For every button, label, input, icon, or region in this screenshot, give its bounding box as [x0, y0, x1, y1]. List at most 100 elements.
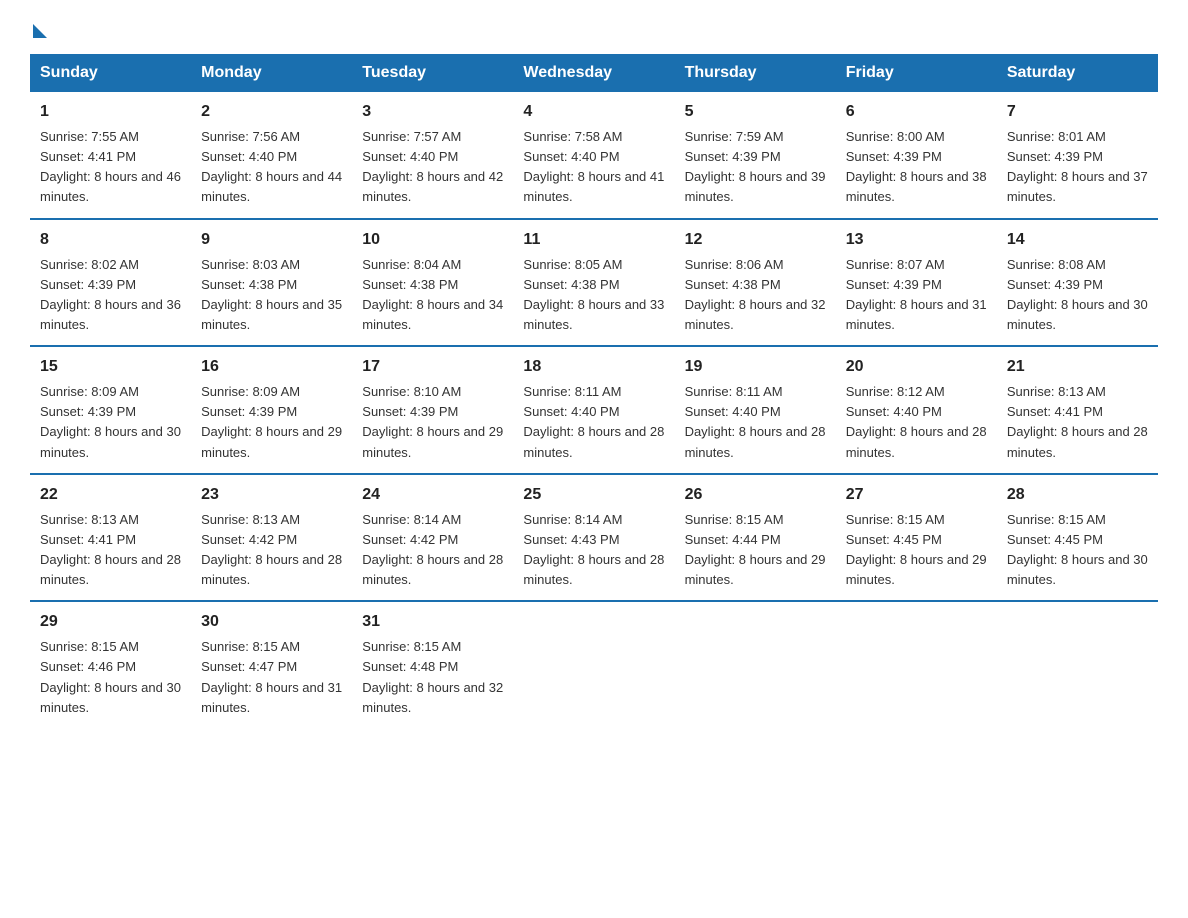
- week-row-4: 22Sunrise: 8:13 AMSunset: 4:41 PMDayligh…: [30, 474, 1158, 602]
- calendar-cell: 21 Sunrise: 8:13 AMSunset: 4:41 PMDayligh…: [997, 346, 1158, 474]
- calendar-cell: 16 Sunrise: 8:09 AMSunset: 4:39 PMDayligh…: [191, 346, 352, 474]
- day-info: Sunrise: 8:10 AMSunset: 4:39 PMDaylight:…: [362, 384, 503, 459]
- day-number: 3: [362, 100, 503, 124]
- calendar-cell: 2 Sunrise: 7:56 AMSunset: 4:40 PMDaylight…: [191, 92, 352, 219]
- calendar-cell: [836, 601, 997, 728]
- day-info: Sunrise: 8:13 AMSunset: 4:41 PMDaylight:…: [40, 512, 181, 587]
- day-number: 21: [1007, 355, 1148, 379]
- day-number: 12: [685, 228, 826, 252]
- day-info: Sunrise: 8:15 AMSunset: 4:44 PMDaylight:…: [685, 512, 826, 587]
- day-number: 5: [685, 100, 826, 124]
- day-info: Sunrise: 8:13 AMSunset: 4:42 PMDaylight:…: [201, 512, 342, 587]
- day-info: Sunrise: 8:03 AMSunset: 4:38 PMDaylight:…: [201, 257, 342, 332]
- calendar-cell: 29 Sunrise: 8:15 AMSunset: 4:46 PMDayligh…: [30, 601, 191, 728]
- day-number: 25: [523, 483, 664, 507]
- logo: [30, 20, 47, 36]
- day-info: Sunrise: 8:15 AMSunset: 4:48 PMDaylight:…: [362, 639, 503, 714]
- day-info: Sunrise: 7:58 AMSunset: 4:40 PMDaylight:…: [523, 129, 664, 204]
- day-info: Sunrise: 8:15 AMSunset: 4:46 PMDaylight:…: [40, 639, 181, 714]
- weekday-header-saturday: Saturday: [997, 54, 1158, 92]
- calendar-cell: 26Sunrise: 8:15 AMSunset: 4:44 PMDayligh…: [675, 474, 836, 602]
- calendar-cell: 5 Sunrise: 7:59 AMSunset: 4:39 PMDaylight…: [675, 92, 836, 219]
- weekday-header-tuesday: Tuesday: [352, 54, 513, 92]
- logo-arrow-icon: [33, 24, 47, 38]
- calendar-cell: 10 Sunrise: 8:04 AMSunset: 4:38 PMDayligh…: [352, 219, 513, 347]
- day-number: 10: [362, 228, 503, 252]
- day-number: 30: [201, 610, 342, 634]
- calendar-cell: 12 Sunrise: 8:06 AMSunset: 4:38 PMDayligh…: [675, 219, 836, 347]
- day-info: Sunrise: 8:14 AMSunset: 4:43 PMDaylight:…: [523, 512, 664, 587]
- weekday-header-friday: Friday: [836, 54, 997, 92]
- day-number: 29: [40, 610, 181, 634]
- day-info: Sunrise: 8:09 AMSunset: 4:39 PMDaylight:…: [40, 384, 181, 459]
- calendar-cell: 4 Sunrise: 7:58 AMSunset: 4:40 PMDaylight…: [513, 92, 674, 219]
- week-row-1: 1Sunrise: 7:55 AMSunset: 4:41 PMDaylight…: [30, 92, 1158, 219]
- calendar-cell: 6 Sunrise: 8:00 AMSunset: 4:39 PMDaylight…: [836, 92, 997, 219]
- day-info: Sunrise: 8:15 AMSunset: 4:45 PMDaylight:…: [846, 512, 987, 587]
- day-info: Sunrise: 8:02 AMSunset: 4:39 PMDaylight:…: [40, 257, 181, 332]
- weekday-header-thursday: Thursday: [675, 54, 836, 92]
- calendar-cell: 1Sunrise: 7:55 AMSunset: 4:41 PMDaylight…: [30, 92, 191, 219]
- weekday-header-sunday: Sunday: [30, 54, 191, 92]
- day-info: Sunrise: 8:15 AMSunset: 4:45 PMDaylight:…: [1007, 512, 1148, 587]
- weekday-header-row: SundayMondayTuesdayWednesdayThursdayFrid…: [30, 54, 1158, 92]
- calendar-cell: 7 Sunrise: 8:01 AMSunset: 4:39 PMDaylight…: [997, 92, 1158, 219]
- day-info: Sunrise: 8:11 AMSunset: 4:40 PMDaylight:…: [523, 384, 664, 459]
- calendar-cell: 24 Sunrise: 8:14 AMSunset: 4:42 PMDayligh…: [352, 474, 513, 602]
- calendar-cell: 11 Sunrise: 8:05 AMSunset: 4:38 PMDayligh…: [513, 219, 674, 347]
- day-number: 14: [1007, 228, 1148, 252]
- weekday-header-monday: Monday: [191, 54, 352, 92]
- calendar-cell: 19Sunrise: 8:11 AMSunset: 4:40 PMDayligh…: [675, 346, 836, 474]
- calendar-cell: 15 Sunrise: 8:09 AMSunset: 4:39 PMDayligh…: [30, 346, 191, 474]
- calendar-cell: 18 Sunrise: 8:11 AMSunset: 4:40 PMDayligh…: [513, 346, 674, 474]
- day-number: 13: [846, 228, 987, 252]
- day-number: 27: [846, 483, 987, 507]
- day-info: Sunrise: 8:08 AMSunset: 4:39 PMDaylight:…: [1007, 257, 1148, 332]
- day-number: 9: [201, 228, 342, 252]
- calendar-cell: 28Sunrise: 8:15 AMSunset: 4:45 PMDayligh…: [997, 474, 1158, 602]
- day-number: 7: [1007, 100, 1148, 124]
- calendar-cell: 23Sunrise: 8:13 AMSunset: 4:42 PMDayligh…: [191, 474, 352, 602]
- calendar-cell: 27 Sunrise: 8:15 AMSunset: 4:45 PMDayligh…: [836, 474, 997, 602]
- week-row-2: 8Sunrise: 8:02 AMSunset: 4:39 PMDaylight…: [30, 219, 1158, 347]
- day-number: 18: [523, 355, 664, 379]
- calendar-cell: 25 Sunrise: 8:14 AMSunset: 4:43 PMDayligh…: [513, 474, 674, 602]
- day-info: Sunrise: 8:13 AMSunset: 4:41 PMDaylight:…: [1007, 384, 1148, 459]
- day-number: 11: [523, 228, 664, 252]
- calendar-cell: 17Sunrise: 8:10 AMSunset: 4:39 PMDayligh…: [352, 346, 513, 474]
- day-number: 1: [40, 100, 181, 124]
- day-info: Sunrise: 8:05 AMSunset: 4:38 PMDaylight:…: [523, 257, 664, 332]
- week-row-5: 29 Sunrise: 8:15 AMSunset: 4:46 PMDayligh…: [30, 601, 1158, 728]
- week-row-3: 15 Sunrise: 8:09 AMSunset: 4:39 PMDayligh…: [30, 346, 1158, 474]
- day-number: 24: [362, 483, 503, 507]
- day-info: Sunrise: 8:09 AMSunset: 4:39 PMDaylight:…: [201, 384, 342, 459]
- day-info: Sunrise: 7:57 AMSunset: 4:40 PMDaylight:…: [362, 129, 503, 204]
- weekday-header-wednesday: Wednesday: [513, 54, 674, 92]
- calendar-cell: [675, 601, 836, 728]
- day-number: 6: [846, 100, 987, 124]
- day-number: 16: [201, 355, 342, 379]
- calendar-cell: 20Sunrise: 8:12 AMSunset: 4:40 PMDayligh…: [836, 346, 997, 474]
- day-info: Sunrise: 8:01 AMSunset: 4:39 PMDaylight:…: [1007, 129, 1148, 204]
- day-info: Sunrise: 7:59 AMSunset: 4:39 PMDaylight:…: [685, 129, 826, 204]
- day-info: Sunrise: 8:14 AMSunset: 4:42 PMDaylight:…: [362, 512, 503, 587]
- day-info: Sunrise: 8:04 AMSunset: 4:38 PMDaylight:…: [362, 257, 503, 332]
- calendar-cell: 30 Sunrise: 8:15 AMSunset: 4:47 PMDayligh…: [191, 601, 352, 728]
- day-info: Sunrise: 8:12 AMSunset: 4:40 PMDaylight:…: [846, 384, 987, 459]
- day-number: 31: [362, 610, 503, 634]
- day-info: Sunrise: 8:06 AMSunset: 4:38 PMDaylight:…: [685, 257, 826, 332]
- calendar-cell: 14 Sunrise: 8:08 AMSunset: 4:39 PMDayligh…: [997, 219, 1158, 347]
- day-info: Sunrise: 8:07 AMSunset: 4:39 PMDaylight:…: [846, 257, 987, 332]
- calendar-cell: 9 Sunrise: 8:03 AMSunset: 4:38 PMDaylight…: [191, 219, 352, 347]
- day-number: 15: [40, 355, 181, 379]
- day-info: Sunrise: 8:15 AMSunset: 4:47 PMDaylight:…: [201, 639, 342, 714]
- calendar-cell: 31 Sunrise: 8:15 AMSunset: 4:48 PMDayligh…: [352, 601, 513, 728]
- calendar-cell: [997, 601, 1158, 728]
- day-info: Sunrise: 7:56 AMSunset: 4:40 PMDaylight:…: [201, 129, 342, 204]
- day-number: 4: [523, 100, 664, 124]
- day-number: 2: [201, 100, 342, 124]
- calendar-cell: 8Sunrise: 8:02 AMSunset: 4:39 PMDaylight…: [30, 219, 191, 347]
- day-info: Sunrise: 8:00 AMSunset: 4:39 PMDaylight:…: [846, 129, 987, 204]
- calendar-table: SundayMondayTuesdayWednesdayThursdayFrid…: [30, 54, 1158, 728]
- calendar-cell: [513, 601, 674, 728]
